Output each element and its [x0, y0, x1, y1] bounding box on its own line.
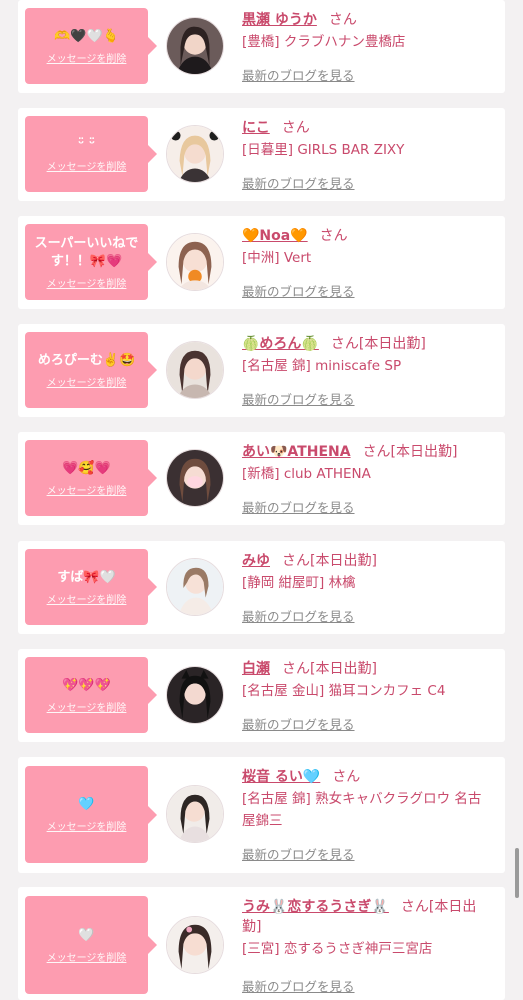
list-item: すば🎀🤍 メッセージを削除 みゆ さん[本日出勤] [静岡 紺屋町] 林檎 最新の…: [18, 541, 505, 634]
message-text: すば🎀🤍: [57, 569, 116, 585]
avatar-photo: [167, 667, 223, 723]
latest-blog-link[interactable]: 最新のブログを見る: [242, 714, 355, 733]
avatar[interactable]: [166, 916, 224, 974]
message-bubble: 💖💖💖 メッセージを削除: [25, 657, 148, 733]
latest-blog-link[interactable]: 最新のブログを見る: [242, 606, 355, 625]
delete-message-link[interactable]: メッセージを削除: [47, 591, 127, 606]
message-bubble: 🤍 メッセージを削除: [25, 896, 148, 994]
honorific-status: さん[本日出勤]: [330, 336, 426, 352]
honorific-status: さん: [332, 769, 361, 785]
latest-blog-link[interactable]: 最新のブログを見る: [242, 497, 355, 516]
message-text: 🫶🖤🤍🫰: [54, 28, 119, 44]
honorific-status: さん: [328, 12, 357, 28]
latest-blog-link[interactable]: 最新のブログを見る: [242, 65, 355, 84]
avatar-photo: [167, 559, 223, 615]
latest-blog-link[interactable]: 最新のブログを見る: [242, 173, 355, 192]
latest-blog-link[interactable]: 最新のブログを見る: [242, 389, 355, 408]
honorific-status: さん: [281, 120, 310, 136]
list-item: ᵕ̈ ᵕ̈ メッセージを削除 にこ さん [日暮里] GIRLS BAR ZIXY…: [18, 108, 505, 201]
delete-message-link[interactable]: メッセージを削除: [47, 949, 127, 964]
delete-message-link[interactable]: メッセージを削除: [47, 482, 127, 497]
delete-message-link[interactable]: メッセージを削除: [47, 699, 127, 714]
message-bubble: 💗🥰💗 メッセージを削除: [25, 440, 148, 516]
latest-blog-link[interactable]: 最新のブログを見る: [242, 281, 355, 300]
avatar-photo: [167, 126, 223, 182]
avatar-photo: [167, 234, 223, 290]
avatar[interactable]: [166, 233, 224, 291]
scrollbar-thumb[interactable]: [515, 848, 519, 898]
honorific-status: さん[本日出勤]: [362, 444, 458, 460]
message-text: ᵕ̈ ᵕ̈: [77, 136, 96, 152]
list-item: 🤍 メッセージを削除 うみ🐰恋するうさぎ🐰 さん[本日出勤] [三宮] 恋するうさ…: [18, 887, 505, 1000]
message-text: 🤍: [78, 927, 95, 943]
delete-message-link[interactable]: メッセージを削除: [47, 818, 127, 833]
latest-blog-link[interactable]: 最新のブログを見る: [242, 844, 355, 863]
shop-text: [名古屋 錦] 熟女キャバクラグロウ 名古屋錦三: [242, 791, 482, 829]
delete-message-link[interactable]: メッセージを削除: [47, 374, 127, 389]
list-item: 💗🥰💗 メッセージを削除 あい🐶ATHENA さん[本日出勤] [新橋] club…: [18, 432, 505, 525]
avatar-photo: [167, 917, 223, 973]
message-bubble: すば🎀🤍 メッセージを削除: [25, 549, 148, 625]
message-text: 💗🥰💗: [62, 460, 111, 476]
avatar[interactable]: [166, 125, 224, 183]
message-bubble: 🫶🖤🤍🫰 メッセージを削除: [25, 8, 148, 84]
list-item: 🩵 メッセージを削除 桜音 るい🩵 さん [名古屋 錦] 熟女キャバクラグロウ 名…: [18, 757, 505, 873]
message-feed: 🫶🖤🤍🫰 メッセージを削除 黒瀬 ゆうか さん [豊橋] クラブハナン豊橋店 最新…: [0, 0, 523, 1000]
avatar[interactable]: [166, 558, 224, 616]
avatar-photo: [167, 450, 223, 506]
shop-text: [中洲] Vert: [242, 250, 312, 266]
avatar[interactable]: [166, 17, 224, 75]
cast-name-link[interactable]: 白瀬: [242, 661, 270, 677]
list-item: 🫶🖤🤍🫰 メッセージを削除 黒瀬 ゆうか さん [豊橋] クラブハナン豊橋店 最新…: [18, 0, 505, 93]
avatar-photo: [167, 342, 223, 398]
message-bubble: ᵕ̈ ᵕ̈ メッセージを削除: [25, 116, 148, 192]
avatar[interactable]: [166, 341, 224, 399]
shop-text: [豊橋] クラブハナン豊橋店: [242, 34, 406, 50]
message-bubble: スーパーいいねです！！🎀💗 メッセージを削除: [25, 224, 148, 300]
cast-name-link[interactable]: うみ🐰恋するうさぎ🐰: [242, 899, 389, 915]
cast-name-link[interactable]: みゆ: [242, 553, 270, 569]
message-text: 💖💖💖: [62, 677, 111, 693]
list-item: 💖💖💖 メッセージを削除 白瀬 さん[本日出勤] [名古屋 金山] 猫耳コンカフェ…: [18, 649, 505, 742]
shop-text: [名古屋 金山] 猫耳コンカフェ C4: [242, 683, 446, 699]
cast-name-link[interactable]: にこ: [242, 120, 270, 136]
honorific-status: さん: [319, 228, 348, 244]
avatar[interactable]: [166, 449, 224, 507]
list-item: スーパーいいねです！！🎀💗 メッセージを削除 🧡Noa🧡 さん [中洲] Vert…: [18, 216, 505, 309]
message-text: めろぴーむ✌️🤩: [37, 352, 136, 368]
latest-blog-link[interactable]: 最新のブログを見る: [242, 976, 355, 995]
cast-name-link[interactable]: 黒瀬 ゆうか: [242, 12, 317, 28]
cast-name-link[interactable]: あい🐶ATHENA: [242, 444, 351, 460]
avatar-photo: [167, 18, 223, 74]
shop-text: [静岡 紺屋町] 林檎: [242, 575, 356, 591]
delete-message-link[interactable]: メッセージを削除: [47, 275, 127, 290]
shop-text: [新橋] club ATHENA: [242, 466, 371, 482]
message-text: スーパーいいねです！！🎀💗: [34, 235, 139, 269]
message-bubble: 🩵 メッセージを削除: [25, 766, 148, 863]
message-bubble: めろぴーむ✌️🤩 メッセージを削除: [25, 332, 148, 408]
cast-name-link[interactable]: 桜音 るい🩵: [242, 769, 320, 785]
cast-name-link[interactable]: 🧡Noa🧡: [242, 228, 308, 244]
delete-message-link[interactable]: メッセージを削除: [47, 158, 127, 173]
avatar[interactable]: [166, 666, 224, 724]
honorific-status: さん[本日出勤]: [282, 661, 377, 677]
list-item: めろぴーむ✌️🤩 メッセージを削除 🍈めろん🍈 さん[本日出勤] [名古屋 錦] …: [18, 324, 505, 417]
shop-text: [日暮里] GIRLS BAR ZIXY: [242, 142, 405, 158]
delete-message-link[interactable]: メッセージを削除: [47, 50, 127, 65]
avatar-photo: [167, 786, 223, 842]
shop-text: [名古屋 錦] miniscafe SP: [242, 358, 402, 374]
message-text: 🩵: [78, 797, 95, 812]
cast-name-link[interactable]: 🍈めろん🍈: [242, 336, 319, 352]
avatar[interactable]: [166, 785, 224, 843]
honorific-status: さん[本日出勤]: [282, 553, 377, 569]
shop-text: [三宮] 恋するうさぎ神戸三宮店: [242, 941, 433, 957]
